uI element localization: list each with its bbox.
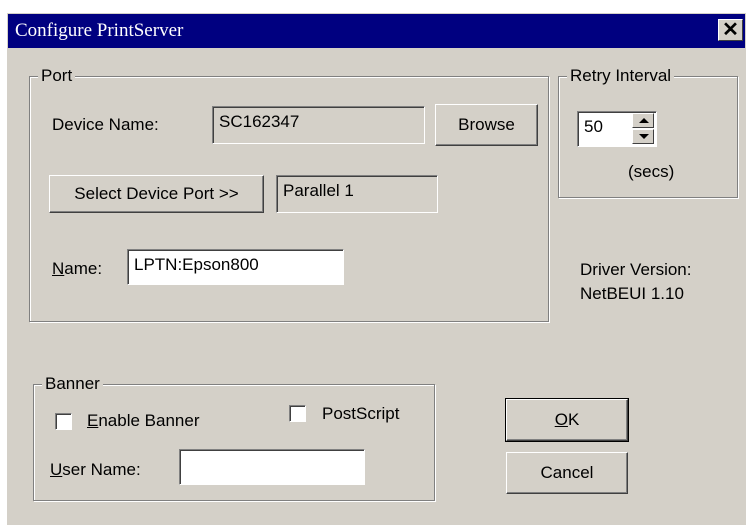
spin-up-button[interactable] <box>632 113 654 128</box>
browse-label: Browse <box>458 115 515 134</box>
cancel-label: Cancel <box>540 463 594 482</box>
device-name-field[interactable]: SC162347 <box>212 106 425 144</box>
retry-interval-spinner[interactable] <box>632 113 654 144</box>
device-name-value: SC162347 <box>219 112 300 131</box>
user-name-input[interactable] <box>179 449 365 485</box>
retry-unit-label: (secs) <box>628 162 675 181</box>
port-legend: Port <box>38 66 76 86</box>
ok-label: OK <box>554 410 580 429</box>
ok-button[interactable]: OK <box>505 398 629 442</box>
spin-down-button[interactable] <box>632 129 654 144</box>
device-port-field: Parallel 1 <box>276 175 438 213</box>
arrow-down-icon <box>639 134 649 139</box>
enable-banner-label[interactable]: Enable Banner <box>87 411 199 431</box>
name-value: LPTN:Epson800 <box>134 255 259 274</box>
retry-interval-legend: Retry Interval <box>567 66 675 86</box>
cancel-button[interactable]: Cancel <box>506 452 628 494</box>
select-device-port-button[interactable]: Select Device Port >> <box>49 175 264 213</box>
browse-button[interactable]: Browse <box>435 104 538 146</box>
name-label: Name: <box>52 259 103 278</box>
device-name-label: Device Name: <box>52 115 159 134</box>
postscript-checkbox[interactable] <box>289 405 306 422</box>
device-port-value: Parallel 1 <box>283 181 354 200</box>
driver-version-value: NetBEUI 1.10 <box>580 284 684 303</box>
title-bar[interactable]: Configure PrintServer ✕ <box>8 14 745 48</box>
banner-legend: Banner <box>42 374 103 394</box>
close-button[interactable]: ✕ <box>718 19 743 41</box>
close-icon: ✕ <box>722 19 739 41</box>
arrow-up-icon <box>639 118 649 123</box>
enable-banner-checkbox[interactable] <box>55 413 72 430</box>
postscript-label[interactable]: PostScript <box>322 404 399 424</box>
name-input[interactable]: LPTN:Epson800 <box>127 249 344 285</box>
user-name-label: User Name: <box>50 460 141 479</box>
select-device-port-label: Select Device Port >> <box>74 184 239 203</box>
driver-version-label: Driver Version: <box>580 260 692 279</box>
window-title: Configure PrintServer <box>15 20 184 41</box>
retry-interval-value: 50 <box>584 117 603 136</box>
